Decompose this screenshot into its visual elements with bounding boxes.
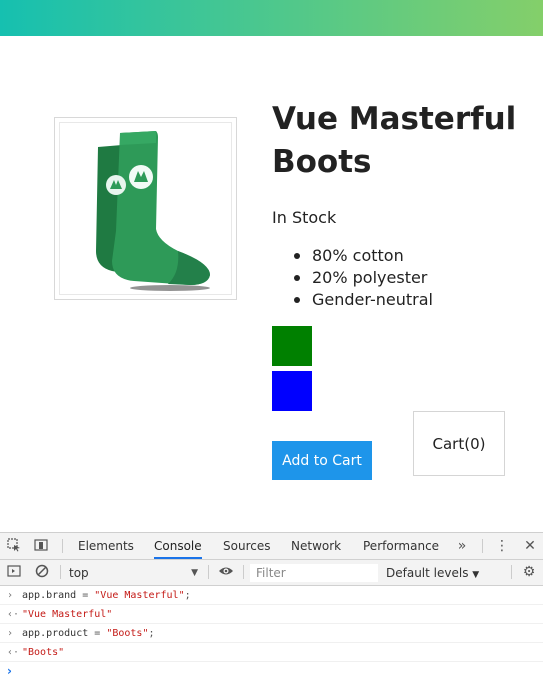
product-image-inner (59, 122, 232, 295)
log-levels-label: Default levels (386, 566, 469, 580)
devtools-tabbar: Elements Console Sources Network Perform… (0, 533, 543, 560)
toolbar-divider (511, 565, 512, 579)
return-arrow-icon: ‹· (7, 647, 20, 658)
context-selector[interactable]: top ▼ (64, 564, 204, 582)
tab-performance[interactable]: Performance (363, 533, 439, 559)
toolbar-divider (62, 539, 63, 553)
console-output-line: ‹· "Vue Masterful" (0, 605, 543, 624)
variant-swatch-blue[interactable] (272, 371, 312, 411)
product-image (54, 117, 237, 300)
more-tabs-icon[interactable]: » (454, 538, 470, 554)
gear-icon[interactable]: ⚙ (521, 564, 537, 580)
console-input-line: › app.product = "Boots"; (0, 624, 543, 643)
console-filter-input[interactable] (250, 564, 378, 582)
eye-icon[interactable] (218, 564, 234, 580)
product-title: Vue Masterful Boots (272, 101, 517, 180)
tab-sources[interactable]: Sources (223, 533, 270, 559)
tab-elements[interactable]: Elements (78, 533, 134, 559)
add-to-cart-button[interactable]: Add to Cart (272, 441, 372, 480)
toolbar-divider (208, 565, 209, 579)
toolbar-divider (482, 539, 483, 553)
variant-swatch-green[interactable] (272, 326, 312, 366)
toolbar-divider (60, 565, 61, 579)
detail-item: 80% cotton (294, 245, 433, 267)
tab-console[interactable]: Console (154, 533, 202, 559)
inspect-element-icon[interactable] (6, 538, 22, 554)
console-prompt[interactable]: › (0, 662, 543, 682)
kebab-menu-icon[interactable]: ⋮ (494, 538, 510, 554)
nav-bar (0, 0, 543, 36)
toolbar-divider (243, 565, 244, 579)
close-icon[interactable]: ✕ (522, 538, 538, 554)
chevron-down-icon: ▼ (191, 568, 198, 578)
cart-label: Cart(0) (432, 434, 486, 453)
stock-status: In Stock (272, 208, 337, 227)
chevron-right-icon: › (7, 628, 14, 639)
console-input-line: › app.brand = "Vue Masterful"; (0, 586, 543, 605)
chevron-down-icon: ▼ (472, 570, 480, 580)
chevron-right-icon: › (7, 664, 12, 678)
tab-network[interactable]: Network (291, 533, 341, 559)
chevron-right-icon: › (7, 590, 14, 601)
sidebar-toggle-icon[interactable] (6, 564, 22, 580)
device-toolbar-icon[interactable] (33, 538, 49, 554)
context-value: top (69, 566, 89, 580)
console-toolbar: top ▼ Default levels ▼ ⚙ (0, 560, 543, 586)
product-details-list: 80% cotton 20% polyester Gender-neutral (294, 245, 433, 311)
log-levels-select[interactable]: Default levels ▼ (386, 564, 479, 584)
devtools-panel: Elements Console Sources Network Perform… (0, 532, 543, 684)
socks-illustration (96, 131, 210, 291)
detail-item: 20% polyester (294, 267, 433, 289)
clear-console-icon[interactable] (34, 564, 50, 580)
cart-counter: Cart(0) (413, 411, 505, 476)
console-output-line: ‹· "Boots" (0, 643, 543, 662)
detail-item: Gender-neutral (294, 290, 433, 309)
return-arrow-icon: ‹· (7, 609, 20, 620)
